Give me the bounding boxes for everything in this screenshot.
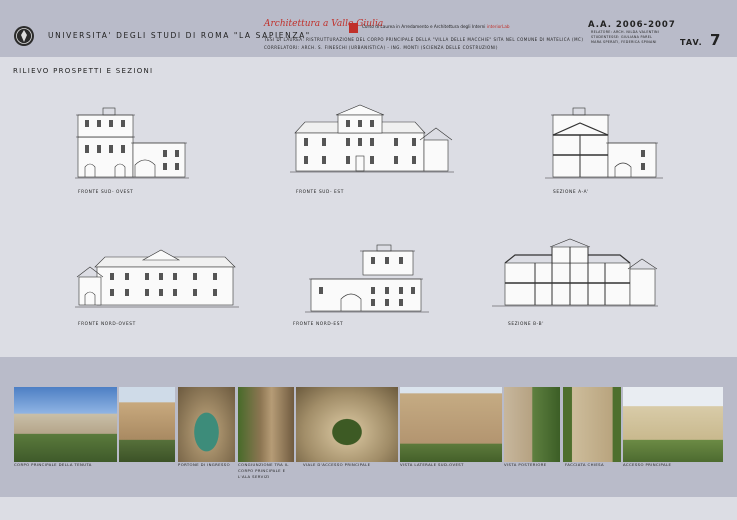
academic-year: A.A. 2006-2007: [588, 20, 676, 30]
corso-logo-icon: [349, 23, 358, 33]
drawing-caption: SEZIONE A-A': [553, 190, 589, 195]
drawing-caption: SEZIONE B-B': [508, 322, 545, 327]
photo-south-west-view: [400, 387, 502, 462]
photo-caption: VIALE D'ACCESSO PRINCIPALE: [303, 462, 371, 467]
photo-entrance-door: [178, 387, 235, 462]
drawing-caption: FRONTE SUD- OVEST: [78, 190, 134, 195]
credits: RELATORE: ARCH. NILDA VALENTINI STUDENTE…: [591, 30, 659, 45]
page-subtitle: RILIEVO PROSPETTI E SEZIONI: [13, 67, 154, 75]
photo-caption: CORPO PRINCIPALE DELLA TENUTA: [14, 462, 92, 467]
section-a-a: [545, 107, 663, 179]
photo-caption: FACCIATA CHIESA: [565, 462, 605, 467]
photo-rear-view: [504, 387, 560, 462]
credit-line: MARA SPERATI, FEDERICA SPINANI: [591, 40, 657, 44]
corso-highlight: interiorLab: [486, 24, 510, 29]
tav-number: 7: [710, 31, 721, 49]
photo-junction: [238, 387, 294, 462]
elevation-south-west: [75, 107, 189, 179]
photo-caption: ACCESSO PRINCIPALE: [623, 462, 672, 467]
photo-main-building: [14, 387, 117, 462]
drawing-caption: FRONTE NORD-OVEST: [78, 322, 136, 327]
photo-caption: VISTA LATERALE SUD-OVEST: [400, 462, 464, 467]
elevation-south-east: [290, 104, 454, 173]
elevation-north-west: [75, 249, 239, 308]
photo-church-facade: [563, 387, 621, 462]
elevation-north-east: [305, 244, 429, 313]
university-seal-icon: [14, 26, 34, 46]
photo-caption: PORTONE DI INGRESSO: [178, 462, 230, 467]
photo-caption: VISTA POSTERIORE: [504, 462, 547, 467]
photo-main-access: [623, 387, 723, 462]
section-b-b: [492, 238, 658, 307]
corso-prefix: Corso di Laurea in Arredamento e Archite…: [362, 24, 486, 29]
thesis-title: TESI DI LAUREA: RISTRUTTURAZIONE DEL COR…: [264, 37, 584, 42]
photo-caption: CONGIUNZIONE TRA IL CORPO PRINCIPALE E L…: [238, 462, 289, 479]
corso-label: Corso di Laurea in Arredamento e Archite…: [362, 24, 510, 29]
correlatori: CORRELATORI: ARCH. S. FINESCHI (URBANIST…: [264, 45, 498, 50]
photo-building-corner: [119, 387, 175, 462]
drawing-caption: FRONTE NORD-EST: [293, 322, 344, 327]
tav-label: TAV.: [680, 38, 703, 47]
drawing-caption: FRONTE SUD- EST: [296, 190, 344, 195]
photo-access-avenue: [296, 387, 398, 462]
